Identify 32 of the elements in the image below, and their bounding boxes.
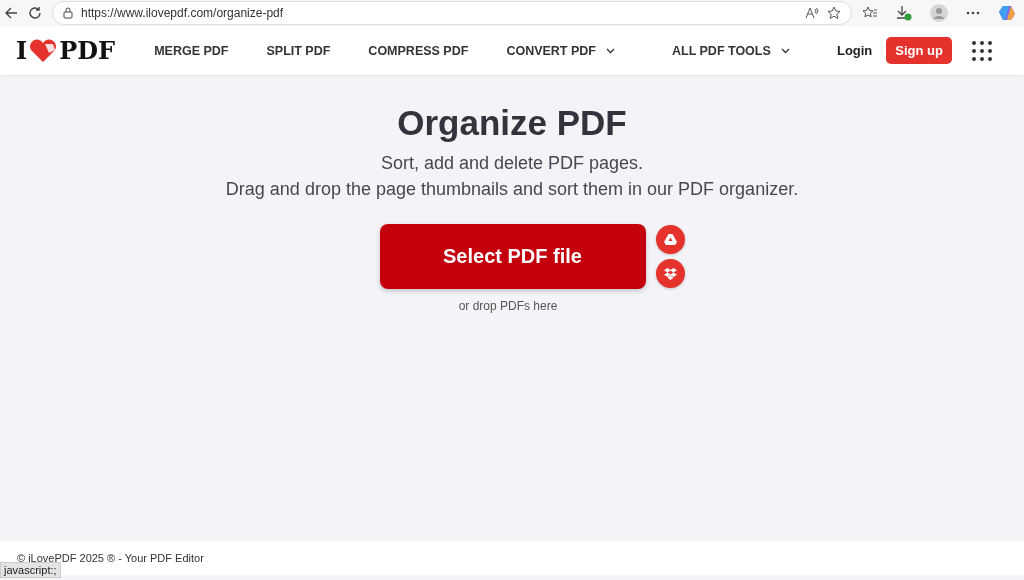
downloads-icon[interactable] [896, 5, 912, 21]
back-icon[interactable] [4, 6, 18, 20]
reload-icon[interactable] [28, 6, 42, 20]
heart-icon [28, 38, 59, 63]
more-icon[interactable] [966, 11, 980, 15]
dropbox-button[interactable] [655, 259, 685, 288]
nav-link[interactable]: SPLIT PDF [247, 43, 350, 58]
box-icon [663, 267, 677, 280]
nav-link[interactable]: CONVERT PDF [487, 43, 653, 58]
logo-text[interactable]: I [16, 38, 28, 63]
subtitle-text: Drag and drop the page thumbnails and sort them in our PDF organizer. [225, 178, 799, 201]
nav-link[interactable]: MERGE PDF [135, 43, 248, 58]
login-link[interactable]: Login [832, 39, 877, 62]
logo-text[interactable]: PDF [59, 38, 116, 63]
subtitle-text: Sort, add and delete PDF pages. [379, 152, 645, 175]
star-icon[interactable] [827, 6, 841, 20]
triangle-icon [663, 234, 677, 245]
select-file-button[interactable]: Select PDF file [379, 224, 646, 289]
status-tooltip: javascript:; [0, 562, 61, 578]
address-bar[interactable]: https://www.ilovepdf.com/organize-pdf [52, 1, 852, 25]
signup-button[interactable]: Sign up [886, 37, 952, 64]
lock-icon [63, 7, 73, 19]
copyright-text: © iLovePDF 2025 ® - Your PDF Editor [17, 552, 204, 564]
favorites-icon[interactable] [862, 6, 878, 20]
nav-link[interactable]: ALL PDF TOOLS [652, 43, 809, 58]
apps-grid-icon[interactable] [972, 40, 992, 61]
drop-hint: or drop PDFs here [458, 299, 558, 313]
page-title: Organize PDF [397, 102, 627, 144]
read-aloud-icon[interactable] [805, 7, 819, 19]
nav-link[interactable]: COMPRESS PDF [349, 43, 488, 58]
profile-icon[interactable] [930, 4, 948, 22]
drive-button[interactable] [655, 225, 685, 254]
